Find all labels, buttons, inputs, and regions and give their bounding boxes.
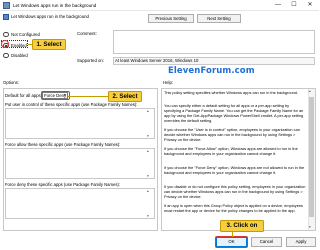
help-paragraph: If an app is open when this Group Policy… [164, 204, 303, 213]
previous-setting-button[interactable]: Previous Setting [148, 14, 194, 23]
not-configured-label: Not Configured [11, 32, 40, 37]
window-title: Let Windows apps run in the background [13, 3, 97, 8]
cancel-button[interactable]: Cancel [251, 237, 282, 247]
close-icon[interactable]: ✕ [302, 0, 318, 10]
next-setting-button[interactable]: Next Setting [197, 14, 241, 23]
disabled-radio[interactable]: Disabled [3, 52, 68, 59]
highlight-ring [215, 236, 248, 248]
help-paragraph: If you choose the "Force Allow" option, … [164, 147, 298, 156]
callout-connector [68, 96, 108, 97]
force-allow-apps-field[interactable] [5, 148, 155, 179]
scroll-down-icon[interactable]: ▾ [309, 225, 311, 229]
watermark-text: ElevenForum.com [168, 66, 255, 76]
scroll-down-icon[interactable]: ▾ [147, 134, 149, 138]
comment-field[interactable] [113, 30, 315, 54]
default-all-apps-label: Default for all apps: [5, 93, 43, 98]
radio-circle [3, 31, 9, 37]
options-section-label: Options: [3, 80, 20, 85]
maximize-icon[interactable]: ☐ [286, 0, 302, 10]
callout-connector [232, 232, 233, 237]
scroll-up-icon[interactable]: ▴ [147, 149, 149, 153]
callout-step-1: 1. Select [32, 39, 66, 50]
help-paragraph: If you choose the "User is in control" o… [164, 128, 300, 142]
supported-on-value: At least Windows Server 2016, Windows 10 [115, 58, 199, 63]
help-paragraph: You can specify either a default setting… [164, 104, 304, 123]
callout-step-2: 2. Select [108, 91, 142, 102]
minimize-icon[interactable]: — [270, 0, 286, 10]
disabled-label: Disabled [11, 53, 28, 58]
policy-app-icon [3, 2, 10, 9]
comment-label: Comment: [77, 31, 97, 36]
apply-button[interactable]: Apply [286, 237, 316, 247]
window-titlebar: Let Windows apps run in the background —… [0, 0, 319, 11]
policy-title: Let Windows apps run in the background [11, 14, 89, 19]
user-control-apps-field[interactable] [5, 108, 155, 139]
radio-circle [3, 52, 9, 58]
highlight-ring [41, 91, 70, 100]
highlight-ring [1, 40, 9, 48]
force-deny-apps-field[interactable] [5, 188, 155, 219]
help-scrollbar-thumb[interactable] [309, 97, 314, 217]
not-configured-radio[interactable]: Not Configured [3, 31, 68, 38]
help-paragraph: If you disable or do not configure this … [164, 185, 306, 199]
callout-step-3: 3. Click on [220, 220, 264, 232]
scroll-up-icon[interactable]: ▴ [147, 189, 149, 193]
scroll-up-icon[interactable]: ▴ [147, 109, 149, 113]
help-section-label: Help: [163, 80, 174, 85]
scroll-down-icon[interactable]: ▾ [147, 174, 149, 178]
help-paragraph: This policy setting specifies whether Wi… [164, 91, 298, 95]
scroll-down-icon[interactable]: ▾ [147, 214, 149, 218]
policy-icon [3, 14, 9, 20]
supported-on-label: Supported on: [77, 58, 104, 63]
help-paragraph: If you choose the "Force Deny" option, W… [164, 166, 305, 175]
scroll-up-icon[interactable]: ▴ [309, 89, 311, 93]
